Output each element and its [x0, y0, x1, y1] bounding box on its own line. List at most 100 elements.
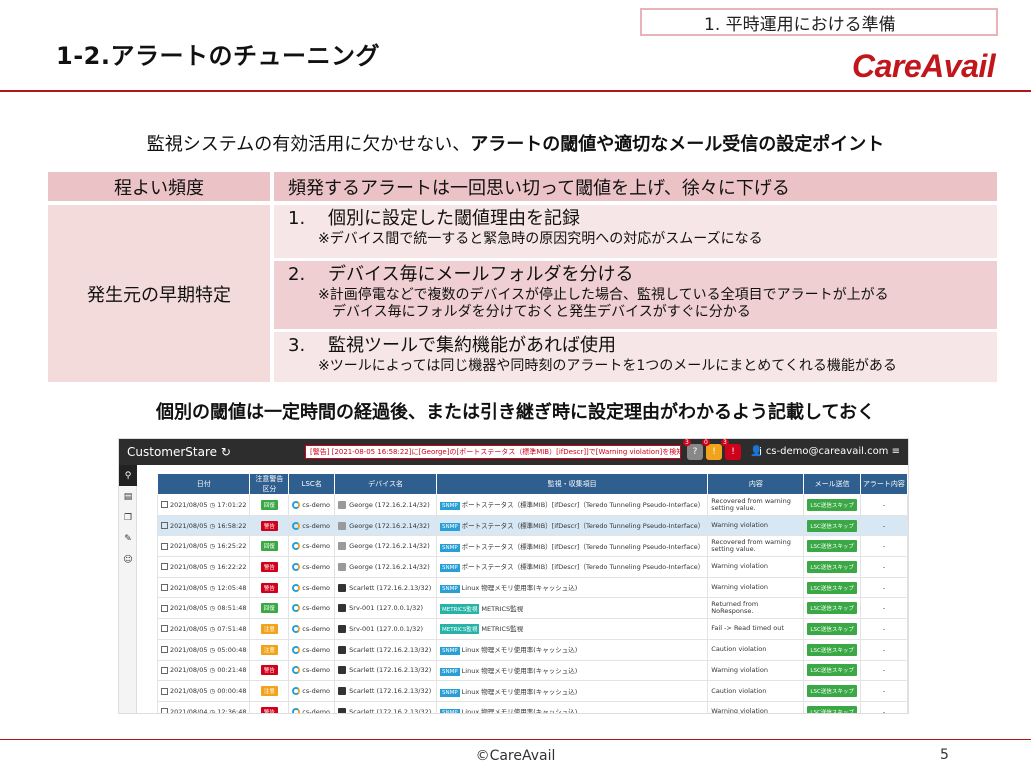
- column-header[interactable]: アラート内容: [859, 473, 908, 495]
- content-text: Recovered from warning setting value.: [711, 496, 791, 512]
- tip-number: 2.: [288, 264, 306, 285]
- mail-cell: LSC送信スキップ: [803, 618, 861, 640]
- alert-text: -: [882, 666, 886, 675]
- item-text: Linux 物理メモリ使用率(キャッシュ込): [461, 687, 578, 696]
- table-row[interactable]: 2021/08/05 ◷ 05:00:48 注意 cs-demo Scarlett (…: [156, 638, 908, 661]
- content-cell: Recovered from warning setting value.: [707, 494, 805, 516]
- mail-skip-button[interactable]: LSC送信スキップ: [807, 664, 857, 677]
- time-text: 08:51:48: [217, 604, 247, 613]
- item-cell: METRICS監視 METRICS監視: [435, 618, 709, 640]
- lsc-cell: cs-demo: [288, 494, 336, 516]
- column-header[interactable]: 注意警告区分: [249, 473, 290, 495]
- mail-skip-button[interactable]: LSC送信スキップ: [807, 622, 857, 635]
- mail-skip-button[interactable]: LSC送信スキップ: [807, 602, 857, 615]
- users-icon[interactable]: ☺: [119, 549, 137, 570]
- date-text: 2021/08/05: [170, 687, 210, 696]
- device-name: Scarlett (172.16.2.13/32): [349, 583, 432, 592]
- item-text: Linux 物理メモリ使用率(キャッシュ込): [461, 584, 578, 593]
- date-text: 2021/08/04: [170, 707, 210, 714]
- alert-cell: -: [859, 659, 908, 682]
- column-header[interactable]: デバイス名: [334, 473, 437, 495]
- intro-bold: アラートの閾値や適切なメール受信の設定ポイント: [470, 134, 885, 155]
- date-cell: 2021/08/05 ◷ 16:25:22: [156, 535, 251, 558]
- calendar-icon: [161, 584, 168, 592]
- table-row[interactable]: 2021/08/04 ◷ 12:36:48 警告 cs-demo Scarlett (…: [156, 700, 908, 714]
- device-cell: Srv-001 (127.0.0.1/32): [334, 597, 437, 620]
- item-cell: SNMP Linux 物理メモリ使用率(キャッシュ込): [435, 700, 709, 713]
- table-row[interactable]: 2021/08/05 ◷ 08:51:48 回復 cs-demo Srv-001 (1…: [156, 597, 908, 620]
- item-text: ポートステータス（標準MIB）[ifDescr]（Teredo Tunnelin…: [461, 542, 705, 551]
- alert-text: -: [882, 604, 886, 613]
- column-header[interactable]: 監視・収集項目: [435, 473, 709, 495]
- lsc-cell: cs-demo: [288, 597, 336, 620]
- table-row[interactable]: 2021/08/05 ◷ 07:51:48 注意 cs-demo Srv-001 (1…: [156, 618, 908, 640]
- column-header[interactable]: 日付: [156, 473, 251, 495]
- alert-text: -: [882, 500, 886, 509]
- mail-cell: LSC送信スキップ: [803, 659, 861, 682]
- device-name: George (172.16.2.14/32): [349, 521, 430, 530]
- item-cell: SNMP Linux 物理メモリ使用率(キャッシュ込): [435, 576, 709, 599]
- table-row[interactable]: 2021/08/05 ◷ 12:05:48 警告 cs-demo Scarlett (…: [156, 576, 908, 599]
- alert-text: -: [882, 624, 886, 633]
- lsc-name: cs-demo: [302, 562, 331, 571]
- alert-banner[interactable]: [警告] [2021-08-05 16:58:22]に[George]の[ポート…: [305, 445, 681, 459]
- lsc-cell: cs-demo: [288, 535, 336, 558]
- alert-count-badge[interactable]: 3?: [683, 439, 703, 460]
- wrench-icon[interactable]: ✎: [119, 528, 137, 549]
- mail-skip-button[interactable]: LSC送信スキップ: [807, 643, 857, 656]
- device-name: Scarlett (172.16.2.13/32): [349, 707, 432, 714]
- time-text: 05:00:48: [217, 645, 247, 654]
- device-name: George (172.16.2.14/32): [349, 562, 430, 571]
- alert-text: -: [882, 583, 886, 592]
- type-tag: SNMP: [440, 647, 460, 656]
- mail-skip-button[interactable]: LSC送信スキップ: [807, 705, 857, 713]
- mail-cell: LSC送信スキップ: [803, 638, 861, 661]
- copy-icon[interactable]: ❐: [119, 507, 137, 528]
- item-cell: METRICS監視 METRICS監視: [435, 597, 709, 620]
- user-menu[interactable]: 👤 cs-demo@careavail.com ≡: [750, 446, 900, 457]
- content-text: Warning violation: [711, 707, 768, 714]
- mail-skip-button[interactable]: LSC送信スキップ: [807, 519, 857, 532]
- refresh-icon[interactable]: ↻: [221, 445, 231, 459]
- table-row[interactable]: 2021/08/05 ◷ 16:58:22 警告 cs-demo George (17…: [156, 514, 908, 537]
- lsc-icon: [292, 645, 301, 654]
- search-icon[interactable]: ⚲: [119, 465, 137, 486]
- server-icon: [338, 666, 347, 675]
- mail-skip-button[interactable]: LSC送信スキップ: [807, 685, 857, 698]
- lsc-cell: cs-demo: [288, 576, 336, 599]
- server-icon: [338, 542, 347, 551]
- alert-count-badge[interactable]: 0!: [702, 439, 722, 460]
- device-cell: Scarlett (172.16.2.13/32): [334, 700, 437, 714]
- mail-skip-button[interactable]: LSC送信スキップ: [807, 540, 857, 553]
- slide-title: 1-2.アラートのチューニング: [56, 42, 380, 70]
- lsc-cell: cs-demo: [288, 556, 336, 578]
- chart-icon[interactable]: ▤: [119, 486, 137, 507]
- table-row[interactable]: 2021/08/05 ◷ 16:22:22 警告 cs-demo George (17…: [156, 556, 908, 578]
- tip-heading: デバイス毎にメールフォルダを分ける: [328, 264, 634, 285]
- alert-count-badge[interactable]: 3!: [721, 439, 741, 460]
- device-cell: Scarlett (172.16.2.13/32): [334, 576, 437, 599]
- mail-skip-button[interactable]: LSC送信スキップ: [807, 560, 857, 573]
- column-header[interactable]: 内容: [707, 473, 805, 495]
- level-cell: 注意: [249, 638, 290, 661]
- column-header[interactable]: メール送信: [803, 473, 861, 495]
- table-row[interactable]: 2021/08/05 ◷ 00:00:48 注意 cs-demo Scarlett (…: [156, 680, 908, 702]
- mail-cell: LSC送信スキップ: [803, 535, 861, 558]
- mail-skip-button[interactable]: LSC送信スキップ: [807, 581, 857, 594]
- table-row[interactable]: 2021/08/05 ◷ 00:21:48 警告 cs-demo Scarlett (…: [156, 659, 908, 682]
- server-icon: [338, 604, 347, 613]
- content-text: Caution violation: [711, 686, 767, 695]
- table-row[interactable]: 2021/08/05 ◷ 17:01:22 回復 cs-demo George (17…: [156, 494, 908, 516]
- table-row[interactable]: 2021/08/05 ◷ 16:25:22 回復 cs-demo George (17…: [156, 535, 908, 558]
- calendar-icon: [161, 687, 168, 695]
- time-text: 17:01:22: [217, 500, 247, 509]
- careavail-logo: CareAvail: [852, 48, 996, 84]
- column-header[interactable]: LSC名: [288, 473, 336, 495]
- time-text: 12:36:48: [217, 707, 247, 714]
- mail-skip-button[interactable]: LSC送信スキップ: [807, 498, 857, 511]
- lsc-icon: [292, 624, 301, 633]
- level-cell: 警告: [249, 659, 290, 682]
- lsc-name: cs-demo: [302, 604, 331, 613]
- content-cell: Warning violation: [707, 659, 805, 682]
- tip-heading: 個別に設定した閾値理由を記録: [328, 208, 580, 229]
